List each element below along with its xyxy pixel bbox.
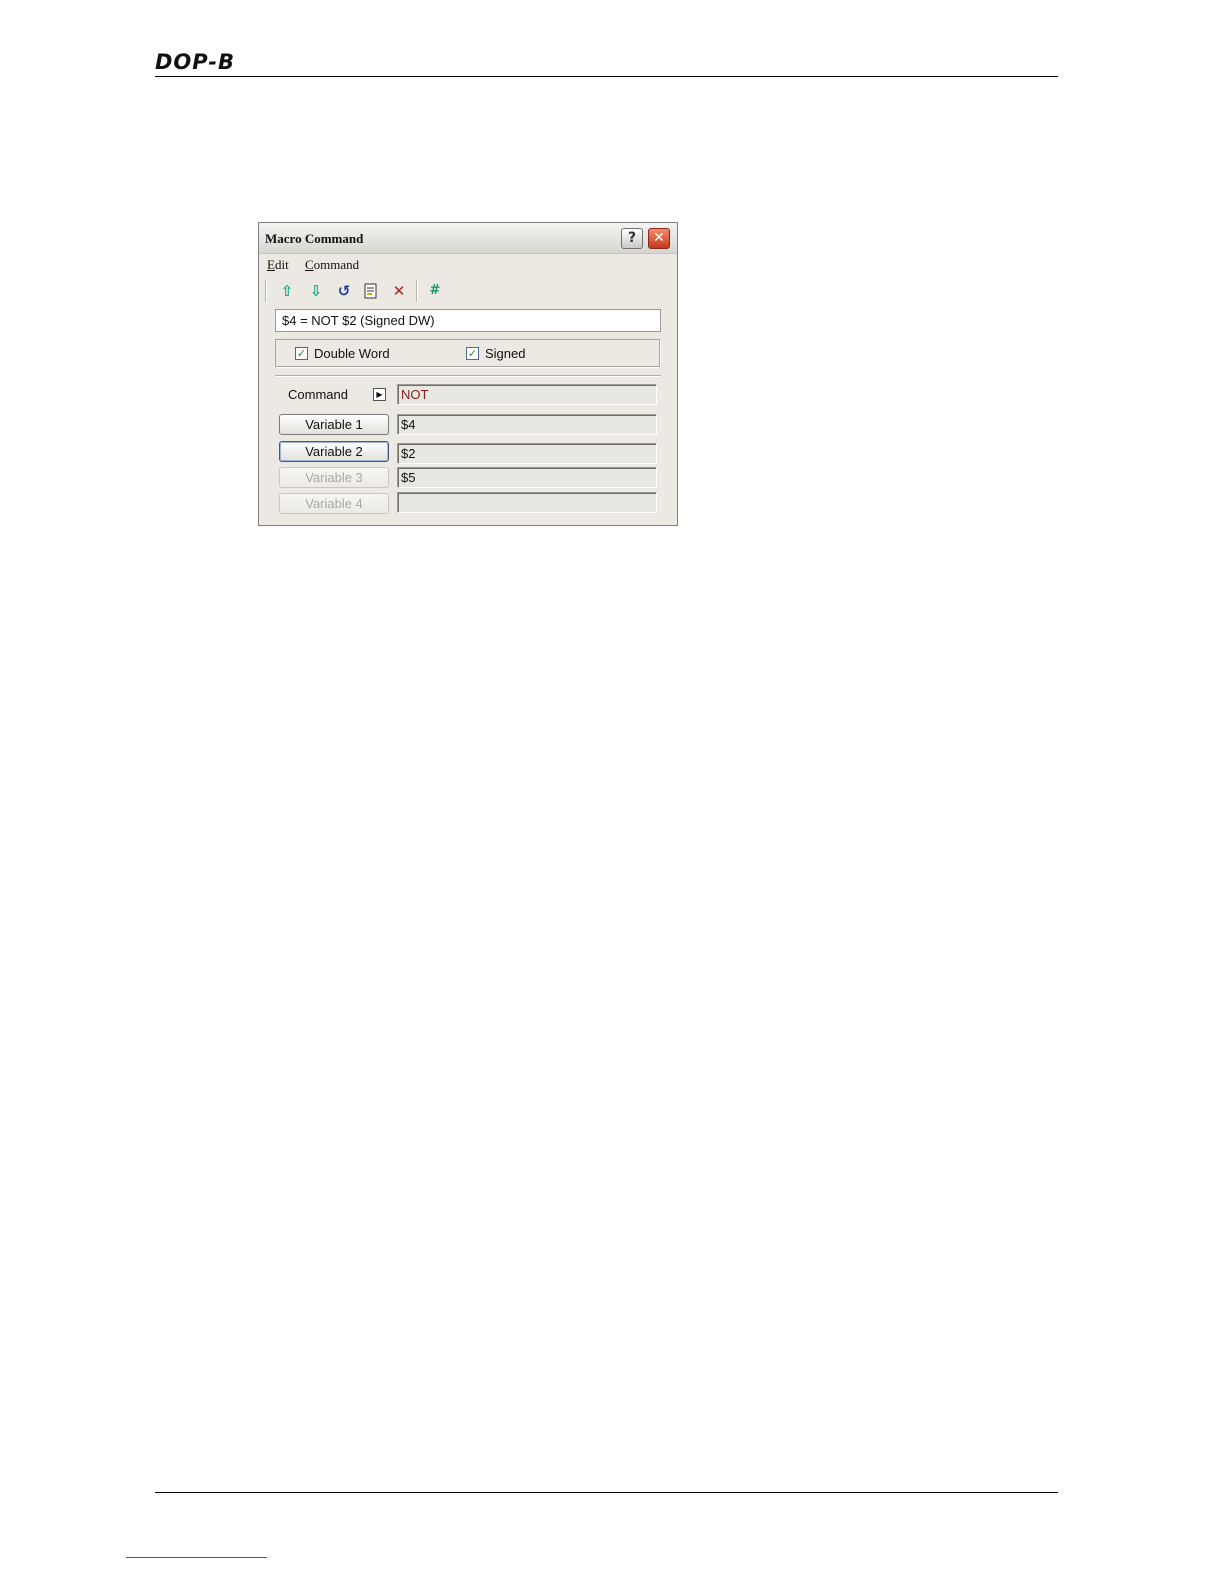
header-rule xyxy=(155,76,1058,77)
delete-icon[interactable]: ✕ xyxy=(389,281,409,301)
variable-1-field[interactable]: $4 xyxy=(397,414,657,435)
menu-command[interactable]: Command xyxy=(305,257,359,273)
variable-3-field[interactable]: $5 xyxy=(397,467,657,488)
play-arrow-icon: ▶ xyxy=(373,388,386,401)
arrow-down-icon[interactable]: ⇩ xyxy=(306,281,326,301)
footer-link-underline xyxy=(126,1557,267,1558)
menu-edit[interactable]: Edit xyxy=(267,257,289,273)
signed-label: Signed xyxy=(485,346,526,361)
help-button[interactable]: ? xyxy=(621,228,643,249)
arrow-up-icon[interactable]: ⇧ xyxy=(277,281,297,301)
variable-1-button[interactable]: Variable 1 xyxy=(279,414,389,435)
toolbar-separator xyxy=(265,280,267,302)
dialog-title: Macro Command xyxy=(265,231,364,246)
document-icon[interactable] xyxy=(361,281,381,301)
signed-checkbox[interactable]: ✓ xyxy=(466,347,479,360)
command-field[interactable]: NOT xyxy=(397,384,657,405)
double-word-label: Double Word xyxy=(314,346,390,361)
variable-4-field[interactable] xyxy=(397,492,657,513)
title-bar[interactable]: Macro Command ? ✕ xyxy=(259,223,677,254)
close-button[interactable]: ✕ xyxy=(648,228,670,249)
variable-2-button[interactable]: Variable 2 xyxy=(279,441,389,462)
double-word-checkbox[interactable]: ✓ xyxy=(295,347,308,360)
command-label: Command xyxy=(288,387,348,402)
variable-3-button: Variable 3 xyxy=(279,467,389,488)
header-logo: DOP-B xyxy=(155,50,236,74)
divider xyxy=(275,375,661,377)
menu-bar: Edit Command xyxy=(259,254,677,276)
expression-display[interactable]: $4 = NOT $2 (Signed DW) xyxy=(275,309,661,332)
command-button[interactable]: Command ▶ xyxy=(279,384,389,405)
macro-command-dialog: Macro Command ? ✕ Edit Command ⇧ ⇩ ↺ ✕ #… xyxy=(258,222,678,526)
footer-rule xyxy=(155,1492,1058,1493)
options-group: ✓ Double Word ✓ Signed xyxy=(275,339,661,368)
hash-icon[interactable]: # xyxy=(425,281,445,301)
toolbar: ⇧ ⇩ ↺ ✕ # xyxy=(265,278,669,304)
toolbar-separator xyxy=(416,280,418,302)
refresh-icon[interactable]: ↺ xyxy=(334,281,354,301)
variable-4-button: Variable 4 xyxy=(279,493,389,514)
variable-2-field[interactable]: $2 xyxy=(397,443,657,464)
